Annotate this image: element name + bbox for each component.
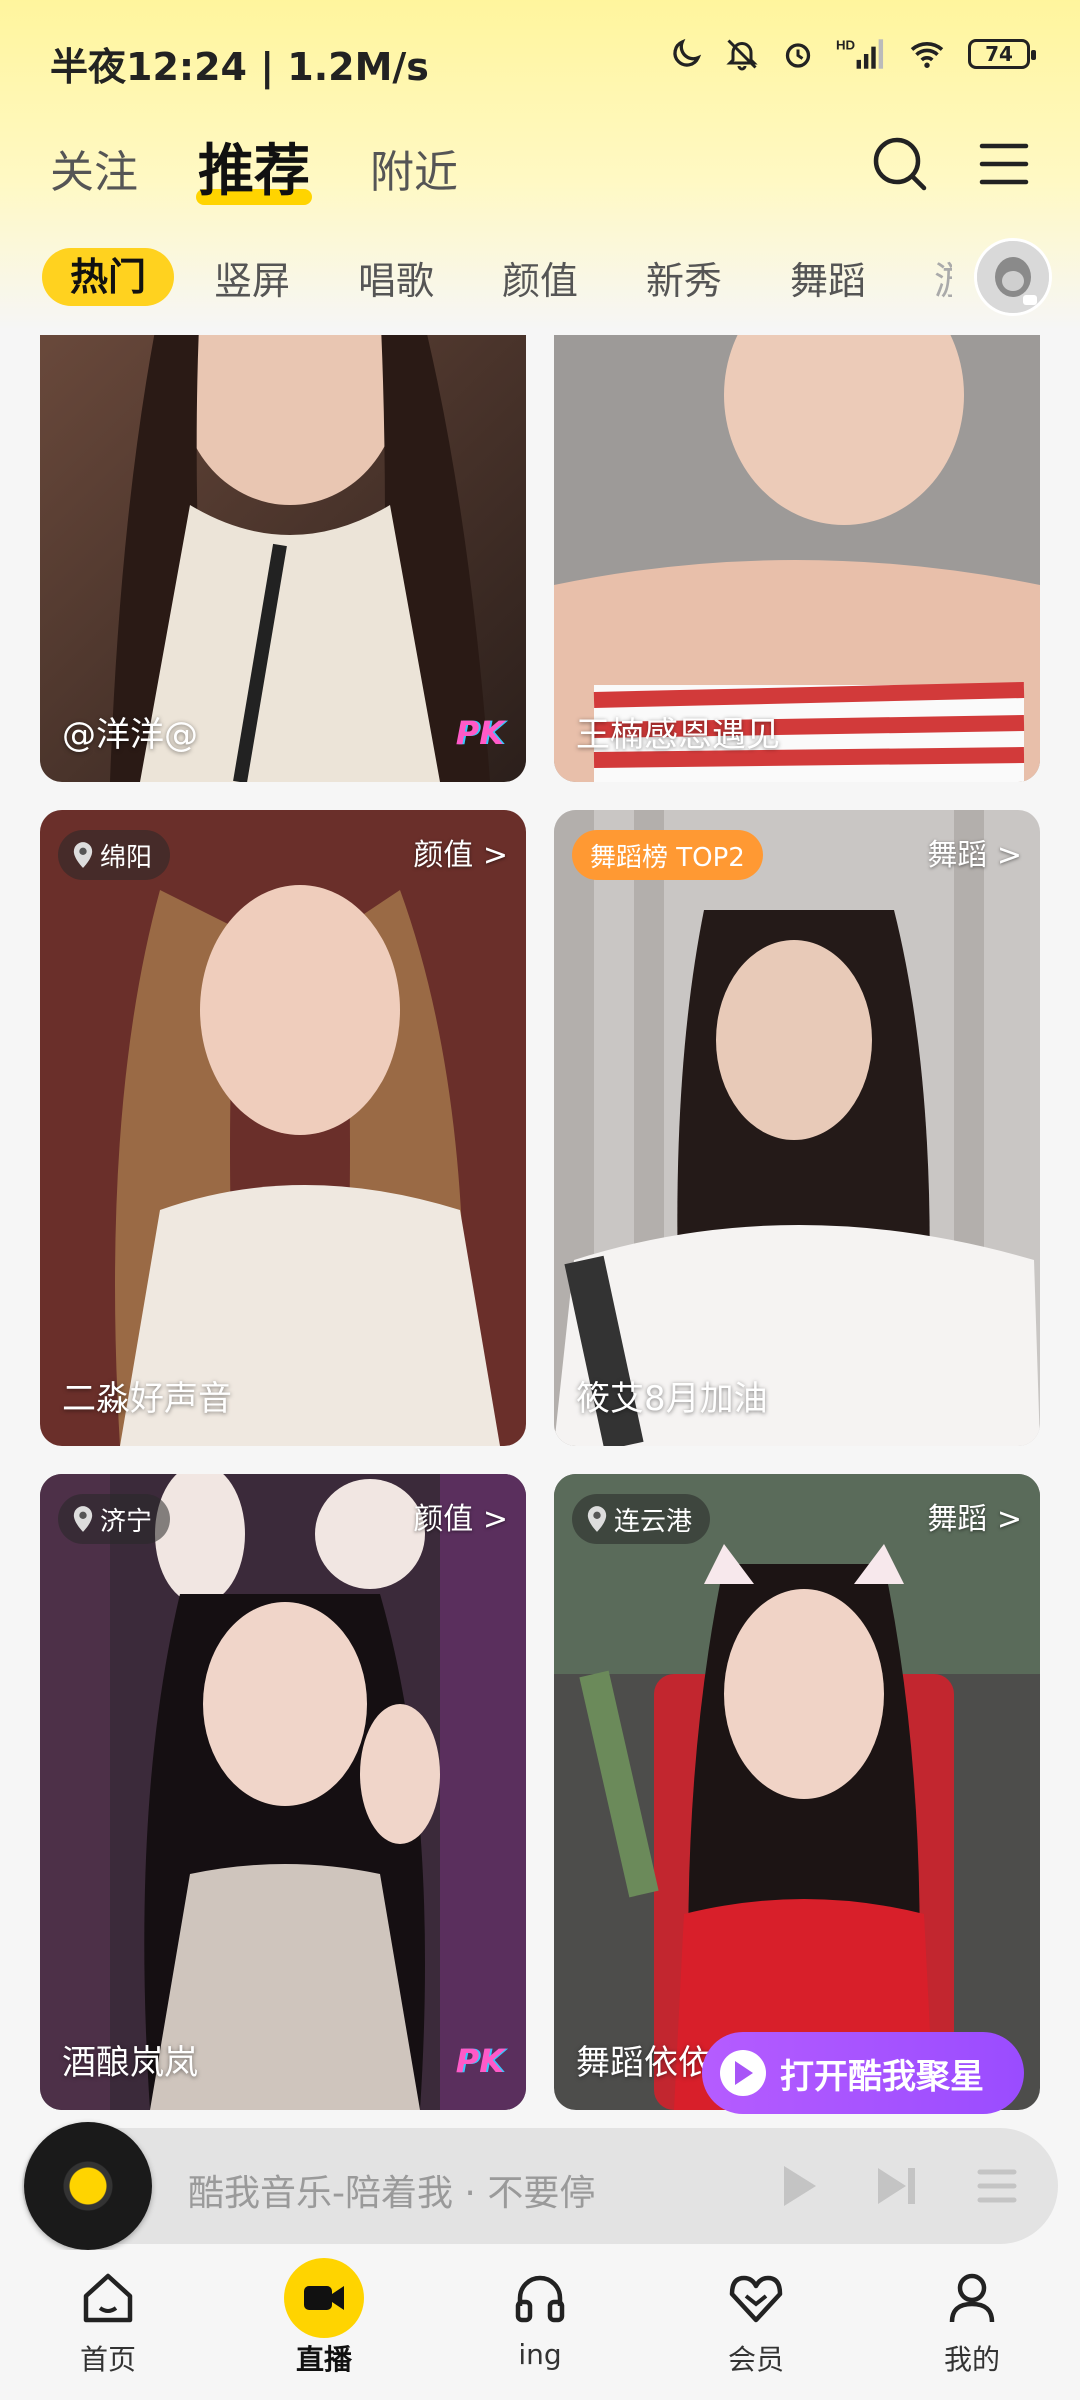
category-dance[interactable]: 舞蹈 [790,250,866,305]
nav-live[interactable]: 直播 [254,2258,394,2378]
live-thumbnail [40,810,526,1446]
header: 关注 推荐 附近 [0,118,1080,218]
location-pin-icon [587,1506,607,1532]
category-singing[interactable]: 唱歌 [358,250,434,305]
streamer-name: 舞蹈依依 [576,2043,712,2083]
tab-nearby[interactable]: 附近 [370,136,458,200]
music-player-bar[interactable]: 酷我音乐-陪着我 · 不要停 [22,2122,1058,2250]
streamer-name: 王楠感恩遇见 [576,715,780,755]
location-pin-icon [73,1506,93,1532]
tab-recommend[interactable]: 推荐 [196,126,312,207]
status-icons: HD 74 [668,36,1036,72]
location-pin-icon [73,842,93,868]
category-vertical[interactable]: 竖屏 [214,250,290,305]
category-hot[interactable]: 热门 [42,248,175,306]
category-link[interactable]: 颜值 > [413,1494,508,1538]
location-badge: 绵阳 [58,830,171,880]
nav-live-label: 直播 [295,2343,352,2376]
open-app-button[interactable]: 打开酷我聚星 [702,2032,1024,2114]
bottom-navigation: 首页 直播 ing 会员 我的 [0,2250,1080,2400]
menu-icon[interactable] [974,134,1034,194]
status-time: 半夜12:24 | 1.2M/s [50,45,429,89]
next-track-button[interactable] [868,2158,924,2214]
status-bar: 半夜12:24 | 1.2M/s HD 74 [0,0,1080,120]
user-avatar[interactable] [974,238,1052,316]
live-card[interactable]: 绵阳 颜值 > 二淼好声音 [40,810,526,1446]
live-thumbnail [554,1474,1040,2110]
pk-badge: PK [455,2042,504,2080]
vinyl-record-icon[interactable] [24,2122,152,2250]
nav-vip[interactable]: 会员 [686,2266,826,2378]
playlist-button[interactable] [968,2158,1024,2214]
nav-ing[interactable]: ing [470,2266,610,2371]
live-card[interactable]: 连云港 舞蹈 > 舞蹈依依 [554,1474,1040,2110]
category-link[interactable]: 舞蹈 > [927,1494,1022,1538]
play-button[interactable] [768,2158,824,2214]
wifi-icon [906,36,948,72]
signal-icon: HD [836,36,886,72]
svg-text:HD: HD [836,38,855,53]
live-thumbnail [40,1474,526,2110]
nav-vip-label: 会员 [727,2343,784,2376]
bell-muted-icon [724,36,760,72]
streamer-name: 筱艾8月加油 [576,1379,768,1419]
location-text: 济宁 [100,1506,153,1537]
nav-ing-label: ing [518,2338,562,2371]
headphones-icon [508,2266,572,2330]
live-card[interactable]: @洋洋@ PK [40,335,526,782]
category-game[interactable]: 游 [934,250,952,305]
nav-profile-label: 我的 [943,2343,1000,2376]
home-icon [76,2266,140,2330]
streamer-name: 二淼好声音 [62,1379,232,1419]
location-text: 连云港 [614,1506,693,1537]
nav-home[interactable]: 首页 [38,2266,178,2378]
live-camera-icon [284,2258,364,2338]
category-link[interactable]: 舞蹈 > [927,830,1022,874]
tab-follow[interactable]: 关注 [50,136,138,200]
category-link[interactable]: 颜值 > [413,830,508,874]
profile-icon [940,2266,1004,2330]
nav-profile[interactable]: 我的 [902,2266,1042,2378]
live-thumbnail [554,810,1040,1446]
location-text: 绵阳 [100,842,153,873]
live-card[interactable]: 济宁 颜值 > 酒酿岚岚 PK [40,1474,526,2110]
pk-badge: PK [455,714,504,752]
rank-badge: 舞蹈榜 TOP2 [572,830,763,880]
live-grid: @洋洋@ PK 王楠感恩遇见 绵阳 颜值 > 二淼好声音 舞蹈榜 TOP2 舞蹈… [0,335,1080,2115]
open-app-label: 打开酷我聚星 [780,2056,984,2097]
category-tabs: 热门 竖屏 唱歌 颜值 新秀 舞蹈 游 [0,238,1080,318]
search-icon[interactable] [870,134,930,194]
vip-heart-icon [724,2266,788,2330]
streamer-name: @洋洋@ [62,715,198,755]
moon-icon [668,36,704,72]
battery-icon: 74 [968,39,1036,69]
nav-home-label: 首页 [79,2343,136,2376]
play-icon [720,2050,766,2096]
live-card[interactable]: 舞蹈榜 TOP2 舞蹈 > 筱艾8月加油 [554,810,1040,1446]
music-title: 酷我音乐-陪着我 · 不要停 [188,2173,596,2214]
location-badge: 连云港 [572,1494,711,1544]
category-new[interactable]: 新秀 [646,250,722,305]
live-card[interactable]: 王楠感恩遇见 [554,335,1040,782]
streamer-name: 酒酿岚岚 [62,2043,198,2083]
category-looks[interactable]: 颜值 [502,250,578,305]
location-badge: 济宁 [58,1494,171,1544]
alarm-icon [780,36,816,72]
